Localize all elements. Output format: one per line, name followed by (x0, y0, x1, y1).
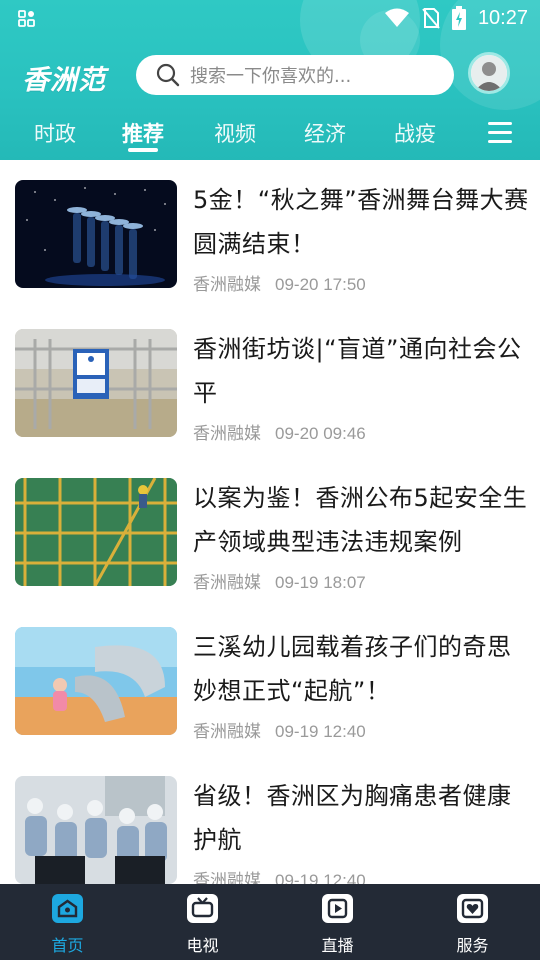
tab-label: 视频 (214, 122, 256, 146)
news-source: 香洲融媒 (193, 275, 261, 294)
news-source: 香洲融媒 (193, 722, 261, 741)
news-date: 09-19 12:40 (275, 871, 366, 884)
search-input[interactable]: 搜索一下你喜欢的... (136, 55, 454, 95)
menu-icon[interactable] (488, 122, 512, 144)
news-title: 香洲街坊谈|“盲道”通向社会公平 (193, 335, 522, 407)
nav-label: 首页 (51, 936, 84, 955)
active-tab-indicator (128, 148, 158, 152)
avatar-person-icon (471, 55, 507, 91)
news-meta: 香洲融媒 09-19 12:40 (193, 717, 366, 742)
tab-label: 战疫 (394, 122, 436, 146)
news-item[interactable]: 香洲街坊谈|“盲道”通向社会公平 香洲融媒 09-20 09:46 (0, 309, 540, 458)
news-feed[interactable]: 5金！“秋之舞”香洲舞台舞大赛圆满结束！ 香洲融媒 09-20 17:50 香洲… (0, 160, 540, 884)
tv-icon (187, 894, 218, 923)
nav-label: 电视 (186, 936, 219, 955)
tab-label: 时政 (34, 122, 76, 146)
tab-politics[interactable]: 时政 (34, 112, 76, 156)
status-bar: 10:27 (0, 0, 540, 36)
news-title: 省级！香洲区为胸痛患者健康护航 (193, 782, 512, 854)
news-date: 09-20 09:46 (275, 424, 366, 443)
search-icon (156, 63, 180, 87)
nav-label: 直播 (321, 936, 354, 955)
news-thumbnail-kindergarten (15, 627, 177, 735)
nav-tv[interactable]: 电视 (135, 884, 270, 960)
no-sim-icon (422, 8, 440, 29)
news-date: 09-19 12:40 (275, 722, 366, 741)
nav-service[interactable]: 服务 (405, 884, 540, 960)
battery-charging-icon (451, 6, 466, 30)
user-avatar[interactable] (468, 52, 510, 94)
wifi-icon (384, 8, 409, 27)
news-item[interactable]: 以案为鉴！香洲公布5起安全生产领域典型违法违规案例 香洲融媒 09-19 18:0… (0, 458, 540, 607)
search-placeholder: 搜索一下你喜欢的... (190, 66, 352, 87)
header-top-row: 香洲范 搜索一下你喜欢的... (0, 52, 540, 98)
tab-epidemic[interactable]: 战疫 (394, 112, 436, 156)
news-source: 香洲融媒 (193, 573, 261, 592)
news-item[interactable]: 5金！“秋之舞”香洲舞台舞大赛圆满结束！ 香洲融媒 09-20 17:50 (0, 160, 540, 309)
news-meta: 香洲融媒 09-20 17:50 (193, 270, 366, 295)
app-grid-icon (18, 10, 35, 27)
status-time: 10:27 (477, 6, 528, 29)
tab-label: 推荐 (122, 122, 164, 146)
nav-home[interactable]: 首页 (0, 884, 135, 960)
news-thumbnail-dance (15, 180, 177, 288)
news-meta: 香洲融媒 09-20 09:46 (193, 419, 366, 444)
news-meta: 香洲融媒 09-19 12:40 (193, 866, 366, 884)
tab-economy[interactable]: 经济 (304, 112, 346, 156)
nav-label: 服务 (456, 936, 489, 955)
news-meta: 香洲融媒 09-19 18:07 (193, 568, 366, 593)
nav-live[interactable]: 直播 (270, 884, 405, 960)
app-header: 10:27 香洲范 搜索一下你喜欢的... 时政 推荐 视频 经济 战疫 (0, 0, 540, 160)
heart-service-icon (457, 894, 488, 923)
news-source: 香洲融媒 (193, 871, 261, 884)
category-tabs: 时政 推荐 视频 经济 战疫 (0, 112, 540, 156)
news-thumbnail-construction (15, 478, 177, 586)
tab-recommended[interactable]: 推荐 (122, 112, 164, 156)
news-thumbnail-medical (15, 776, 177, 884)
news-title: 三溪幼儿园载着孩子们的奇思妙想正式“起航”！ (193, 633, 512, 705)
news-date: 09-20 17:50 (275, 275, 366, 294)
news-item[interactable]: 三溪幼儿园载着孩子们的奇思妙想正式“起航”！ 香洲融媒 09-19 12:40 (0, 607, 540, 756)
app-logo[interactable]: 香洲范 (22, 58, 106, 97)
tab-label: 经济 (304, 122, 346, 146)
news-item[interactable]: 省级！香洲区为胸痛患者健康护航 香洲融媒 09-19 12:40 (0, 756, 540, 884)
news-thumbnail-blind-path (15, 329, 177, 437)
bottom-navigation: 首页 电视 直播 服务 (0, 884, 540, 960)
live-play-icon (322, 894, 353, 923)
home-icon (52, 894, 83, 923)
news-source: 香洲融媒 (193, 424, 261, 443)
news-title: 以案为鉴！香洲公布5起安全生产领域典型违法违规案例 (193, 484, 528, 556)
news-date: 09-19 18:07 (275, 573, 366, 592)
tab-video[interactable]: 视频 (214, 112, 256, 156)
news-title: 5金！“秋之舞”香洲舞台舞大赛圆满结束！ (193, 186, 529, 258)
